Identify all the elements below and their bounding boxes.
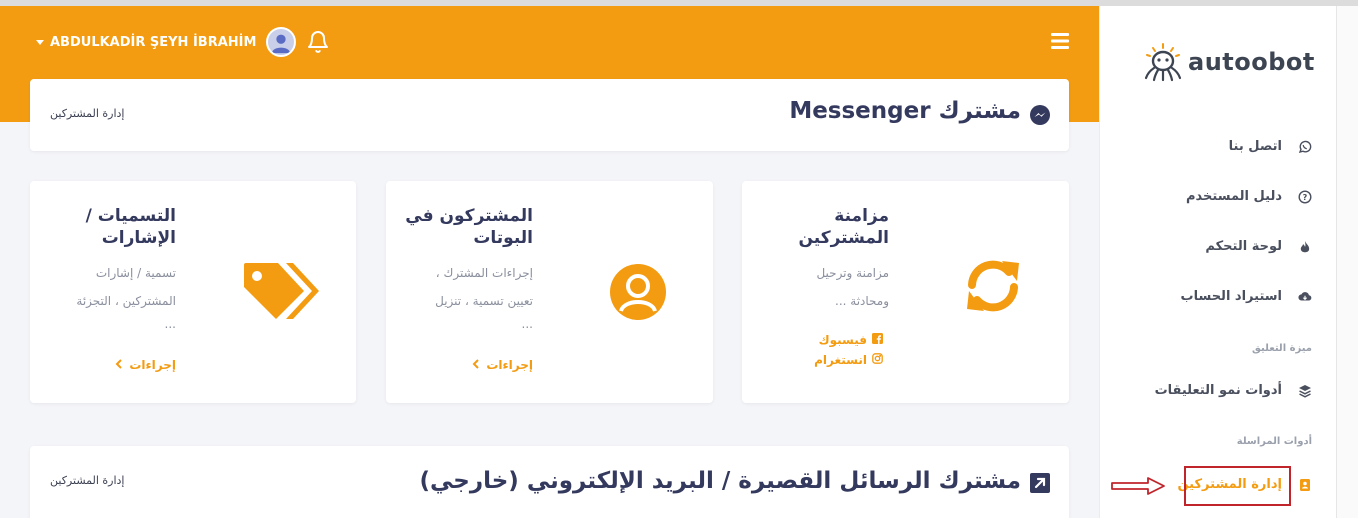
- sync-icon: [962, 255, 1024, 321]
- facebook-link-label: فيسبوك: [818, 333, 867, 347]
- page-header-card: إدارة المشتركين مشترك Messenger: [30, 79, 1069, 151]
- section-header-messaging: أدوات المراسلة: [1236, 436, 1312, 447]
- card-description: إجراءات المشترك ، تعيين تسمية ، تنزيل ..…: [383, 259, 533, 333]
- instagram-icon: [872, 350, 883, 370]
- card-desc-line: ومحادثة ...: [835, 294, 889, 308]
- logo[interactable]: autoobot: [1140, 42, 1315, 82]
- card-sync-subscribers: مزامنة المشتركين مزامنة وترحيل ومحادثة .…: [742, 181, 1069, 403]
- topbar: ABDULKADİR ŞEYH İBRAHİM: [0, 6, 1099, 76]
- address-book-icon: [1298, 478, 1312, 492]
- sms-email-subscriber-card: إدارة المشتركين مشترك الرسائل القصيرة / …: [30, 446, 1069, 518]
- card-action-label: إجراءات: [129, 358, 176, 372]
- arrow-right-icon: [1110, 476, 1166, 496]
- cloud-download-icon: [1298, 290, 1312, 304]
- card-action-link[interactable]: إجراءات: [115, 358, 176, 372]
- svg-text:?: ?: [1303, 193, 1308, 202]
- external-link-icon: [1030, 473, 1050, 493]
- card-desc-line: المشتركين ، التجزئة: [76, 294, 176, 308]
- instagram-link[interactable]: انستغرام: [814, 350, 883, 370]
- scrollbar[interactable]: [1336, 6, 1358, 518]
- user-menu[interactable]: ABDULKADİR ŞEYH İBRAHİM: [36, 27, 297, 57]
- whatsapp-icon: [1298, 140, 1312, 154]
- sidebar-item-contact[interactable]: اتصل بنا: [1229, 139, 1312, 154]
- breadcrumb[interactable]: إدارة المشتركين: [50, 107, 124, 120]
- highlight-box: [1184, 466, 1291, 506]
- card-desc-line: ...: [164, 317, 176, 331]
- card-title: مزامنة المشتركين: [798, 206, 889, 248]
- sidebar-item-label: اتصل بنا: [1228, 139, 1282, 154]
- bell-icon[interactable]: [306, 30, 330, 54]
- card-desc-line: تعيين تسمية ، تنزيل: [435, 294, 533, 308]
- caret-down-icon: [36, 39, 44, 45]
- chevron-left-icon: [115, 358, 123, 372]
- chevron-left-icon: [472, 358, 480, 372]
- card-action-link[interactable]: إجراءات: [472, 358, 533, 372]
- sidebar-item-dashboard[interactable]: لوحة التحكم: [1205, 239, 1312, 254]
- breadcrumb[interactable]: إدارة المشتركين: [50, 474, 124, 487]
- sidebar: autoobot اتصل بنا ? دليل المستخدم لوحة ا…: [1099, 6, 1336, 518]
- card-desc-line: مزامنة وترحيل: [816, 266, 889, 280]
- logo-text: autoobot: [1188, 48, 1315, 76]
- card-links: فيسبوك انستغرام: [814, 330, 883, 370]
- user-circle-icon: [608, 262, 668, 326]
- sidebar-item-label: دليل المستخدم: [1186, 189, 1282, 204]
- card-desc-line: إجراءات المشترك ،: [435, 266, 533, 280]
- facebook-icon: [872, 330, 883, 350]
- sidebar-item-user-guide[interactable]: ? دليل المستخدم: [1186, 189, 1312, 204]
- layers-icon: [1298, 384, 1312, 398]
- avatar[interactable]: [266, 27, 297, 57]
- menu-toggle-icon[interactable]: [1050, 32, 1070, 50]
- card-title: المشتركون في البوتات: [405, 206, 533, 248]
- card-bot-subscribers: المشتركون في البوتات إجراءات المشترك ، ت…: [386, 181, 713, 403]
- card-description: تسمية / إشارات المشتركين ، التجزئة ...: [26, 259, 176, 333]
- sidebar-item-label: استيراد الحساب: [1180, 289, 1282, 304]
- sidebar-item-label: لوحة التحكم: [1205, 239, 1282, 254]
- instagram-link-label: انستغرام: [814, 353, 867, 367]
- card-action-label: إجراءات: [486, 358, 533, 372]
- sidebar-item-label: أدوات نمو التعليقات: [1154, 383, 1282, 398]
- section-header-comments: ميزة التعليق: [1252, 343, 1312, 354]
- tags-icon: [242, 261, 320, 327]
- card-title: التسميات / الإشارات: [85, 206, 176, 248]
- octopus-logo-icon: [1144, 43, 1182, 82]
- card-description: مزامنة وترحيل ومحادثة ...: [739, 259, 889, 315]
- messenger-icon: [1030, 105, 1050, 125]
- facebook-link[interactable]: فيسبوك: [814, 330, 883, 350]
- page-title: مشترك Messenger: [789, 98, 1021, 124]
- section-title: مشترك الرسائل القصيرة / البريد الإلكترون…: [419, 468, 1021, 494]
- card-desc-line: تسمية / إشارات: [95, 266, 176, 280]
- user-name: ABDULKADİR ŞEYH İBRAHİM: [50, 34, 257, 50]
- card-desc-line: ...: [521, 317, 533, 331]
- question-circle-icon: ?: [1298, 189, 1312, 204]
- card-labels-tags: التسميات / الإشارات تسمية / إشارات المشت…: [30, 181, 356, 403]
- sidebar-item-comment-growth-tools[interactable]: أدوات نمو التعليقات: [1155, 383, 1312, 398]
- fire-icon: [1298, 240, 1312, 254]
- sidebar-item-import-account[interactable]: استيراد الحساب: [1181, 289, 1312, 304]
